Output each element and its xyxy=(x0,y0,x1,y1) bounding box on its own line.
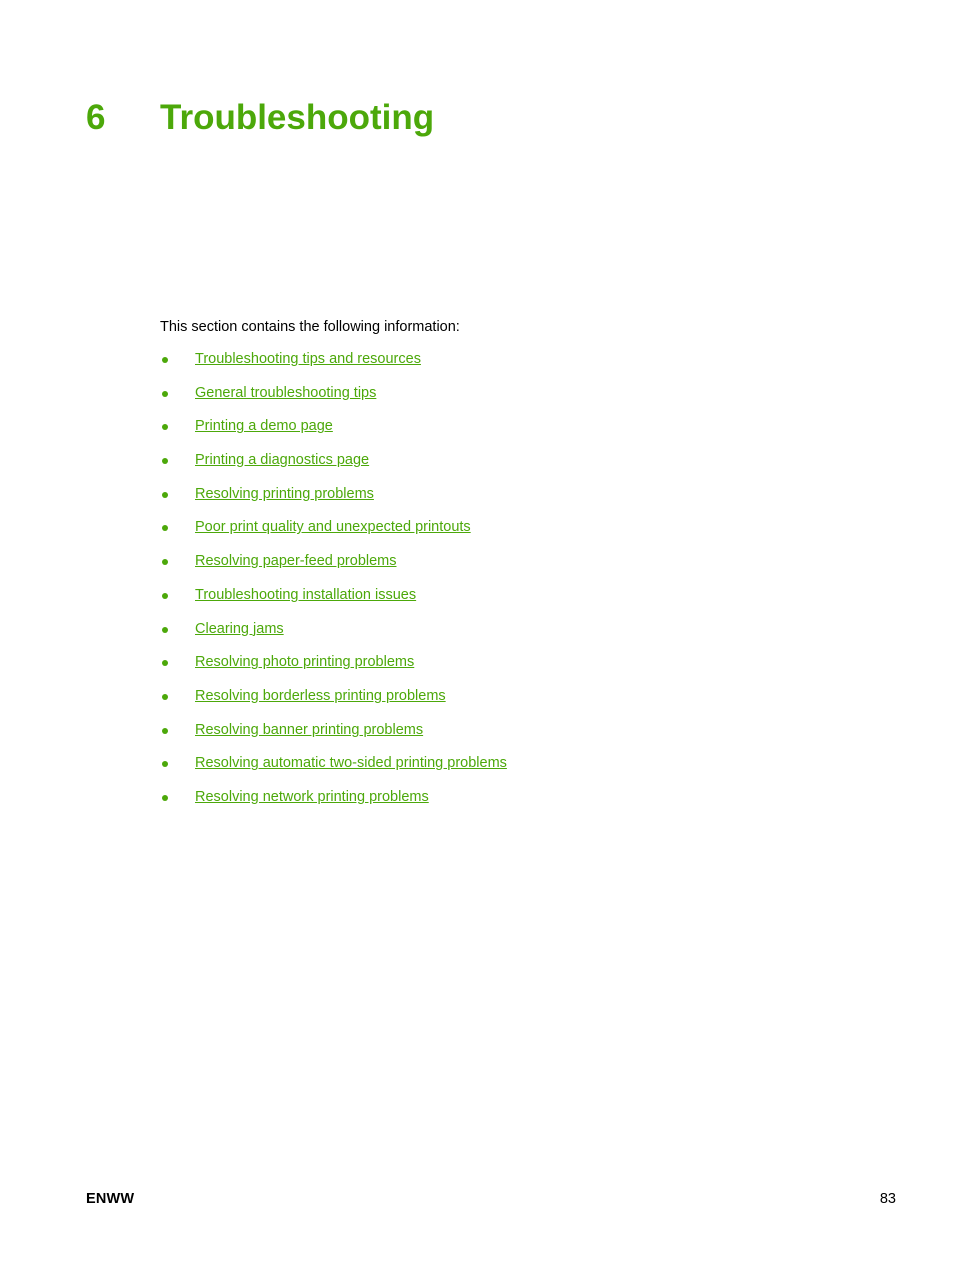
toc-link-printing-a-demo-page[interactable]: Printing a demo page xyxy=(195,417,333,435)
list-item: Troubleshooting tips and resources xyxy=(160,350,880,384)
bullet-icon xyxy=(162,424,168,431)
bullet-icon xyxy=(162,390,168,397)
toc-link-resolving-automatic-two-sided-printing-problems[interactable]: Resolving automatic two-sided printing p… xyxy=(195,754,507,772)
bullet-icon xyxy=(162,592,168,599)
toc-link-troubleshooting-installation-issues[interactable]: Troubleshooting installation issues xyxy=(195,586,416,604)
section-contents-list: Troubleshooting tips and resources Gener… xyxy=(160,350,880,822)
list-item: Printing a diagnostics page xyxy=(160,451,880,485)
toc-link-resolving-network-printing-problems[interactable]: Resolving network printing problems xyxy=(195,788,429,806)
bullet-icon xyxy=(162,761,168,768)
list-item: Resolving network printing problems xyxy=(160,788,880,822)
toc-link-resolving-banner-printing-problems[interactable]: Resolving banner printing problems xyxy=(195,721,423,739)
chapter-number: 6 xyxy=(86,98,106,137)
list-item: Troubleshooting installation issues xyxy=(160,586,880,620)
bullet-icon xyxy=(162,794,168,801)
toc-link-resolving-printing-problems[interactable]: Resolving printing problems xyxy=(195,485,374,503)
list-item: Clearing jams xyxy=(160,620,880,654)
bullet-icon xyxy=(162,693,168,700)
list-item: Resolving automatic two-sided printing p… xyxy=(160,754,880,788)
list-item: Resolving borderless printing problems xyxy=(160,687,880,721)
intro-paragraph: This section contains the following info… xyxy=(160,319,460,335)
toc-link-troubleshooting-tips-and-resources[interactable]: Troubleshooting tips and resources xyxy=(195,350,421,368)
toc-link-resolving-paper-feed-problems[interactable]: Resolving paper-feed problems xyxy=(195,552,397,570)
bullet-icon xyxy=(162,458,168,465)
list-item: Poor print quality and unexpected printo… xyxy=(160,518,880,552)
toc-link-poor-print-quality-and-unexpected-printouts[interactable]: Poor print quality and unexpected printo… xyxy=(195,518,471,536)
bullet-icon xyxy=(162,491,168,498)
list-item: Resolving printing problems xyxy=(160,485,880,519)
list-item: Resolving photo printing problems xyxy=(160,653,880,687)
toc-link-resolving-borderless-printing-problems[interactable]: Resolving borderless printing problems xyxy=(195,687,446,705)
toc-link-clearing-jams[interactable]: Clearing jams xyxy=(195,620,284,638)
page-footer: ENWW 83 xyxy=(86,1190,896,1208)
bullet-icon xyxy=(162,727,168,734)
list-item: General troubleshooting tips xyxy=(160,384,880,418)
document-page: 6 Troubleshooting This section contains … xyxy=(0,0,954,1270)
bullet-icon xyxy=(162,559,168,566)
page-number: 83 xyxy=(879,1191,896,1207)
footer-locale-label: ENWW xyxy=(86,1191,135,1207)
bullet-icon xyxy=(162,660,168,667)
list-item: Resolving paper-feed problems xyxy=(160,552,880,586)
toc-link-resolving-photo-printing-problems[interactable]: Resolving photo printing problems xyxy=(195,653,414,671)
page-title: Troubleshooting xyxy=(160,98,435,137)
bullet-icon xyxy=(162,626,168,633)
bullet-icon xyxy=(162,357,168,363)
bullet-icon xyxy=(162,525,168,532)
chapter-heading: 6 Troubleshooting xyxy=(86,96,434,140)
toc-link-printing-a-diagnostics-page[interactable]: Printing a diagnostics page xyxy=(195,451,369,469)
toc-link-general-troubleshooting-tips[interactable]: General troubleshooting tips xyxy=(195,384,376,402)
list-item: Printing a demo page xyxy=(160,417,880,451)
list-item: Resolving banner printing problems xyxy=(160,721,880,755)
